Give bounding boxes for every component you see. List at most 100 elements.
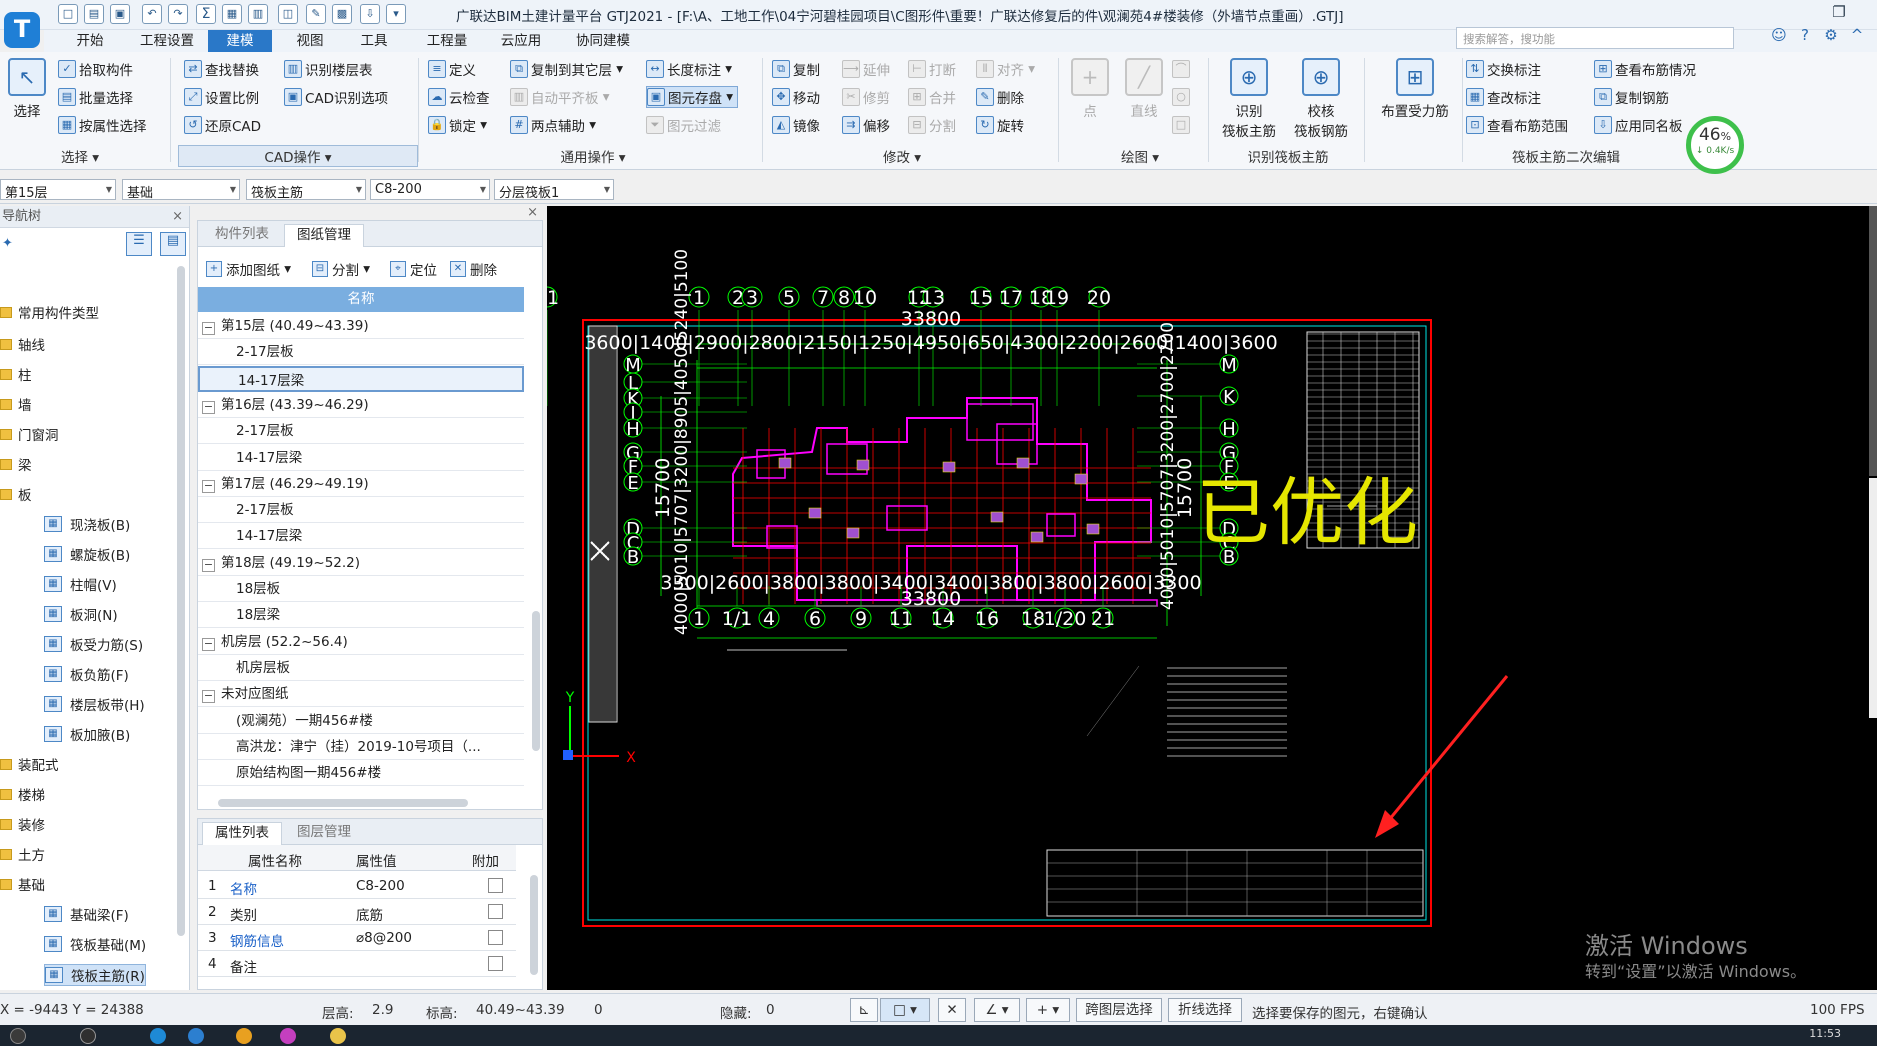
nav-item[interactable]: 梁 (0, 454, 32, 474)
copy-button[interactable]: ⧉ 复制 (772, 58, 820, 80)
view-range-button[interactable]: ⊡ 查看布筋范围 (1466, 114, 1568, 136)
nav-item[interactable]: 板 (0, 484, 32, 504)
report-icon[interactable]: ▥ (248, 4, 268, 24)
search-taskbar-icon[interactable] (80, 1028, 96, 1044)
sub-component-select[interactable]: 分层筏板1 ▼ (494, 179, 614, 201)
add-drawing-button[interactable]: + 添加图纸 ▾ (206, 259, 291, 279)
draw-group-label[interactable]: 绘图 ▾ (1070, 146, 1210, 166)
drawing-group-row[interactable]: − 第16层 (43.39~46.29) (198, 392, 524, 418)
angle-toggle[interactable]: ∠ ▾ (974, 998, 1020, 1022)
define-button[interactable]: ≡ 定义 (428, 58, 476, 80)
polyline-select-button[interactable]: 折线选择 (1168, 998, 1242, 1022)
copy-rebar-button[interactable]: ⧉ 复制钢筋 (1594, 86, 1669, 108)
app-taskbar-icon[interactable] (188, 1028, 204, 1044)
tab-quantities[interactable]: 工程量 (412, 30, 482, 52)
save-icon[interactable]: ▣ (110, 4, 130, 24)
drawing-row[interactable]: 14-17层梁 (198, 365, 524, 392)
nav-item[interactable]: 轴线 (0, 334, 45, 354)
drawing-row[interactable]: 14-17层梁 (198, 445, 524, 471)
drawing-group-row[interactable]: − 机房层 (52.2~56.4) (198, 629, 524, 655)
property-name[interactable]: 名称 (230, 878, 257, 898)
detail-view-icon[interactable]: ▤ (160, 232, 186, 256)
drawing-row[interactable]: 18层板 (198, 576, 524, 602)
mirror-button[interactable]: ◭ 镜像 (772, 114, 820, 136)
delete-button[interactable]: ✎ 删除 (976, 86, 1024, 108)
drawing-group-row[interactable]: − 第15层 (40.49~43.39) (198, 313, 524, 339)
export-icon[interactable]: ⇩ (360, 4, 380, 24)
drawing-group-row[interactable]: − 第17层 (46.29~49.19) (198, 471, 524, 497)
identify-floor-button[interactable]: ▥ 识别楼层表 (284, 58, 373, 80)
calc-icon[interactable]: ▦ (222, 4, 242, 24)
modify-group-label[interactable]: 修改 ▾ (772, 146, 1032, 166)
sum-icon[interactable]: Σ (196, 4, 216, 24)
copy-to-floors-button[interactable]: ⧉ 复制到其它层 ▾ (510, 58, 623, 80)
trim-button[interactable]: ✂ 修剪 (842, 86, 890, 108)
nav-item[interactable]: ▦ 板洞(N) (44, 604, 118, 624)
check-raft-rebar-button[interactable]: ⊕ 校核 筏板钢筋 (1290, 58, 1352, 140)
view-status-button[interactable]: ⊞ 查看布筋情况 (1594, 58, 1696, 80)
append-checkbox[interactable] (488, 904, 503, 919)
component-name-select[interactable]: C8-200 ▼ (370, 179, 490, 200)
nav-item[interactable]: 土方 (0, 844, 45, 864)
nav-item[interactable]: ▦ 筏板基础(M) (44, 934, 146, 954)
tab-cloud-apps[interactable]: 云应用 (486, 30, 556, 52)
draw-line-button[interactable]: ╱ 直线 (1120, 58, 1168, 120)
search-input[interactable]: 搜索解答，搜功能 (1456, 27, 1734, 49)
snap-toggle[interactable]: □ ▾ (880, 998, 930, 1022)
nav-item[interactable]: 门窗洞 (0, 424, 59, 444)
drawing-row[interactable]: 原始结构图一期456#楼 (198, 760, 524, 787)
tab-start[interactable]: 开始 (60, 30, 120, 52)
pick-component-button[interactable]: ✓ 拾取构件 (58, 58, 133, 80)
auto-flat-button[interactable]: ▥ 自动平齐板 ▾ (510, 86, 610, 108)
cross-toggle[interactable]: ✕ (938, 998, 966, 1022)
nav-item[interactable]: 柱 (0, 364, 32, 384)
nav-item[interactable]: 基础 (0, 874, 45, 894)
append-checkbox[interactable] (488, 956, 503, 971)
grid-icon[interactable]: ▩ (332, 4, 352, 24)
tab-collab-modeling[interactable]: 协同建模 (558, 30, 648, 52)
nav-item[interactable]: ▦ 筏板主筋(R) (44, 964, 146, 986)
apply-same-name-button[interactable]: ⇩ 应用同名板 (1594, 114, 1683, 136)
nav-item[interactable]: 装配式 (0, 754, 59, 774)
offset-toggle[interactable]: + ▾ (1026, 998, 1070, 1022)
drawing-row[interactable]: 机房层板 (198, 655, 524, 681)
element-filter-button[interactable]: ⏷ 图元过滤 (646, 114, 721, 136)
horizontal-scrollbar[interactable] (218, 799, 468, 807)
rect-button[interactable]: □ (1172, 114, 1193, 136)
merge-button[interactable]: ⊞ 合并 (908, 86, 956, 108)
help-icon[interactable]: ? (1794, 26, 1816, 48)
floor-select[interactable]: 第15层 ▼ (0, 179, 116, 201)
scrollbar[interactable] (1869, 206, 1877, 476)
user-icon[interactable]: ☺ (1768, 26, 1790, 48)
identify-raft-rebar-button[interactable]: ⊕ 识别 筏板主筋 (1218, 58, 1280, 140)
offset-button[interactable]: ⇉ 偏移 (842, 114, 890, 136)
collapse-icon[interactable]: − (202, 479, 215, 493)
ortho-toggle[interactable]: ⊾ (850, 998, 878, 1022)
collapse-icon[interactable]: − (202, 558, 215, 572)
scrollbar[interactable] (177, 266, 185, 936)
move-button[interactable]: ✥ 移动 (772, 86, 820, 108)
settings-icon[interactable]: ⚙ (1820, 26, 1842, 48)
collapse-icon[interactable]: − (202, 322, 215, 335)
nav-item[interactable]: 常用构件类型 (0, 302, 99, 322)
draw-point-button[interactable]: + 点 (1070, 58, 1110, 120)
group-select-label[interactable]: 选择 ▾ (40, 146, 120, 166)
name-column-header[interactable]: 名称 (198, 287, 524, 312)
drawing-row[interactable]: 2-17层板 (198, 497, 524, 524)
align-button[interactable]: ⫴ 对齐 ▾ (976, 58, 1035, 80)
collapse-ribbon-icon[interactable]: ^ (1846, 26, 1868, 48)
scrollbar[interactable] (532, 611, 540, 751)
app-taskbar-icon[interactable] (236, 1028, 252, 1044)
nav-item[interactable]: 装修 (0, 814, 45, 834)
open-file-icon[interactable]: ▤ (84, 4, 104, 24)
cad-options-button[interactable]: ▣ CAD识别选项 (284, 86, 388, 108)
property-value[interactable]: 底筋 (356, 904, 383, 924)
split-button[interactable]: ⊟ 分割 (908, 114, 956, 136)
set-scale-button[interactable]: ⤢ 设置比例 (184, 86, 259, 108)
select-by-attr-button[interactable]: ▦ 按属性选择 (58, 114, 147, 136)
undo-icon[interactable]: ↶ (142, 4, 162, 24)
drawing-row[interactable]: 高洪龙：津宁（挂）2019-10号项目（... (198, 734, 524, 760)
drawing-group-row[interactable]: − 第18层 (49.19~52.2) (198, 550, 524, 576)
collapse-icon[interactable]: − (202, 400, 215, 414)
pin-icon[interactable]: ✦ (2, 236, 13, 251)
